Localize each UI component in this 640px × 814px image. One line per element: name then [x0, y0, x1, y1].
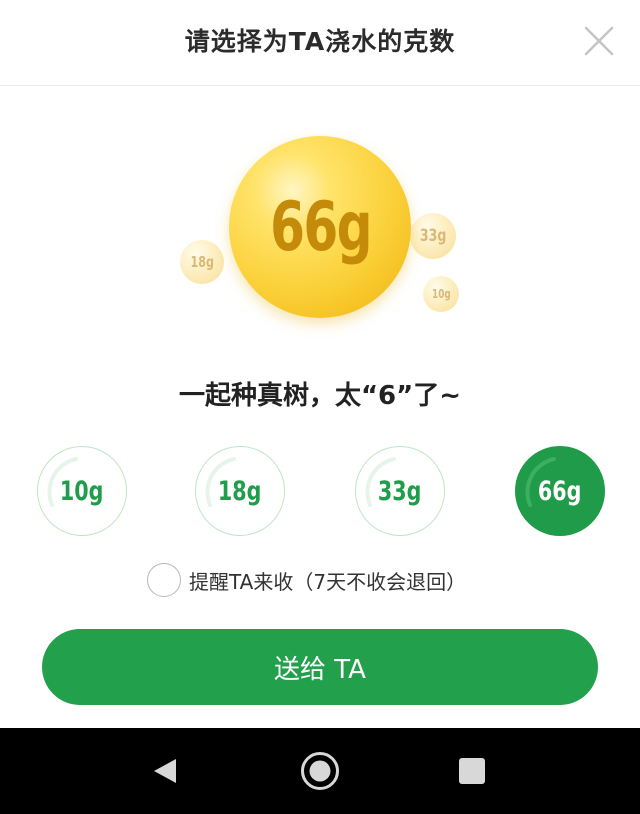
recent-apps-icon — [459, 758, 485, 784]
remind-label: 提醒TA来收（7天不收会退回） — [189, 569, 467, 594]
option-label: 10g — [60, 475, 104, 507]
small-orb-label: 33g — [419, 226, 447, 246]
option-label: 18g — [218, 475, 262, 507]
back-icon — [154, 759, 176, 783]
gram-options: 10g 18g 33g 66g — [0, 446, 640, 536]
close-button[interactable] — [580, 22, 618, 60]
small-orb-18: 18g — [180, 240, 224, 284]
small-orb-10: 10g — [423, 276, 459, 312]
close-icon — [584, 26, 614, 56]
system-nav-bar — [0, 728, 640, 814]
main-orb: 66g — [229, 136, 411, 318]
option-66g[interactable]: 66g — [515, 446, 605, 536]
option-10g[interactable]: 10g — [37, 446, 127, 536]
option-label: 66g — [538, 475, 582, 507]
water-orb-illustration: 18g 33g 10g 66g — [0, 86, 640, 356]
main-orb-label: 66g — [269, 187, 372, 267]
dialog-header: 请选择为TA浇水的克数 — [0, 0, 640, 86]
small-orb-label: 18g — [190, 253, 214, 271]
home-icon — [301, 752, 339, 790]
option-33g[interactable]: 33g — [355, 446, 445, 536]
option-label: 33g — [378, 475, 422, 507]
small-orb-33: 33g — [410, 213, 456, 259]
nav-back-button[interactable] — [125, 728, 205, 814]
nav-home-button[interactable] — [280, 728, 360, 814]
small-orb-label: 10g — [431, 287, 451, 301]
dialog-title: 请选择为TA浇水的克数 — [184, 27, 456, 56]
option-18g[interactable]: 18g — [195, 446, 285, 536]
slogan-text: 一起种真树，太“6”了~ — [178, 381, 462, 411]
remind-checkbox[interactable] — [147, 563, 181, 597]
remind-toggle[interactable]: 提醒TA来收（7天不收会退回） — [147, 562, 466, 598]
nav-recent-apps-button[interactable] — [432, 728, 512, 814]
send-button[interactable]: 送给 TA — [42, 629, 598, 705]
